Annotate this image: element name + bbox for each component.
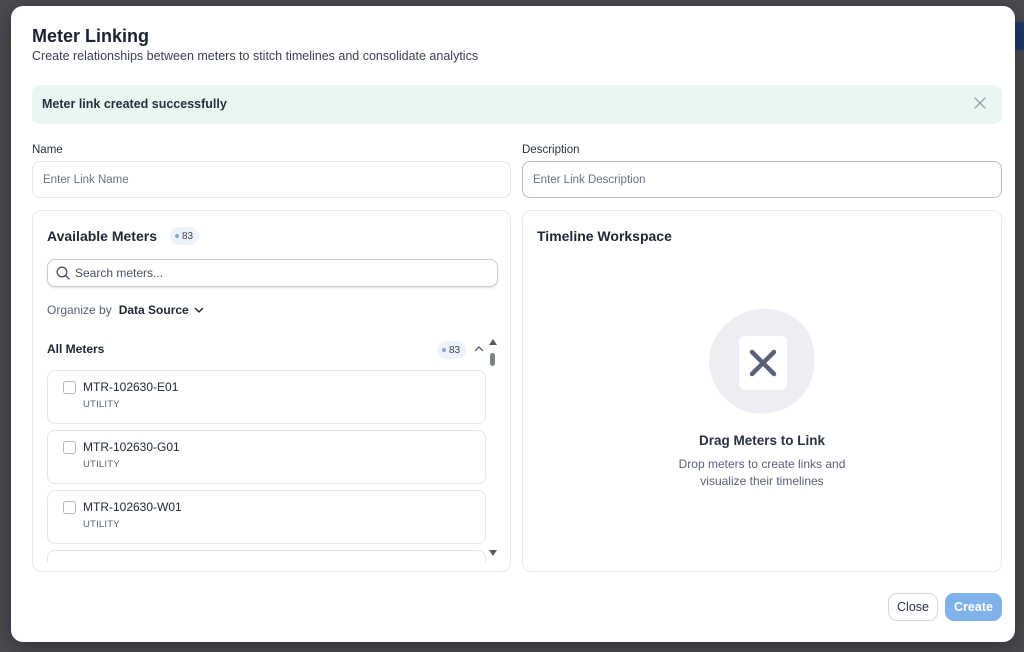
meter-list: MTR-102630-E01 UTILITY MTR-102630-G01 UT… (47, 370, 486, 562)
meter-type: UTILITY (83, 399, 120, 410)
organize-by-dropdown[interactable]: Data Source (119, 303, 204, 317)
meter-list-scrollbar[interactable] (488, 339, 498, 557)
empty-state-illustration (709, 308, 815, 414)
meter-type: UTILITY (83, 519, 120, 530)
chevron-up-icon (474, 346, 484, 352)
empty-state-description: Drop meters to create links and visualiz… (523, 456, 1001, 490)
success-alert: Meter link created successfully (32, 85, 1002, 124)
scroll-down-arrow-icon[interactable] (489, 550, 497, 556)
meter-id: MTR-102630-G01 (83, 440, 180, 454)
meter-card-partial[interactable] (47, 550, 486, 562)
meter-checkbox[interactable] (63, 501, 76, 514)
close-button[interactable]: Close (888, 593, 938, 621)
available-meters-count-badge: 83 (170, 227, 200, 245)
search-meters-input[interactable] (75, 260, 485, 286)
link-description-input[interactable] (522, 161, 1002, 198)
meter-card[interactable]: MTR-102630-G01 UTILITY (47, 430, 486, 484)
group-count-badge: 83 (437, 341, 467, 359)
empty-desc-line1: Drop meters to create links and (678, 457, 846, 471)
meter-id: MTR-102630-W01 (83, 500, 182, 514)
close-icon[interactable] (974, 95, 988, 111)
alert-message: Meter link created successfully (42, 97, 227, 111)
scroll-thumb[interactable] (490, 353, 495, 366)
scroll-up-arrow-icon[interactable] (489, 339, 497, 345)
meter-checkbox[interactable] (63, 441, 76, 454)
organize-by-row: Organize by Data Source (47, 303, 204, 317)
badge-dot-icon (175, 234, 179, 238)
name-label: Name (32, 144, 63, 156)
meter-search (47, 259, 498, 287)
meter-linking-dialog: Meter Linking Create relationships betwe… (11, 6, 1015, 642)
description-label: Description (522, 144, 580, 156)
empty-desc-line2: visualize their timelines (700, 474, 824, 488)
group-count: 83 (449, 344, 461, 356)
search-icon (56, 266, 70, 280)
dialog-title: Meter Linking (32, 26, 150, 46)
available-meters-title: Available Meters (47, 228, 157, 244)
meter-type: UTILITY (83, 459, 120, 470)
dialog-subtitle: Create relationships between meters to s… (32, 49, 479, 63)
create-button[interactable]: Create (945, 593, 1002, 621)
meter-card[interactable]: MTR-102630-W01 UTILITY (47, 490, 486, 544)
chevron-down-icon (194, 307, 203, 313)
meter-checkbox[interactable] (63, 381, 76, 394)
group-title: All Meters (47, 342, 105, 356)
organize-by-value: Data Source (118, 303, 189, 317)
organize-by-label: Organize by (47, 303, 112, 317)
available-meters-panel: Available Meters 83 Organize by Data Sou… (32, 210, 511, 572)
timeline-workspace-panel: Timeline Workspace Drag Meters to Link D… (522, 210, 1002, 572)
background-app-chip (1014, 22, 1024, 50)
meter-card[interactable]: MTR-102630-E01 UTILITY (47, 370, 486, 424)
link-name-input[interactable] (32, 161, 511, 198)
timeline-workspace-title: Timeline Workspace (537, 228, 672, 244)
empty-state-title: Drag Meters to Link (698, 433, 826, 448)
meter-id: MTR-102630-E01 (83, 380, 179, 394)
available-meters-count: 83 (182, 230, 194, 242)
collapse-group-button[interactable] (473, 342, 485, 354)
badge-dot-icon (442, 348, 446, 352)
